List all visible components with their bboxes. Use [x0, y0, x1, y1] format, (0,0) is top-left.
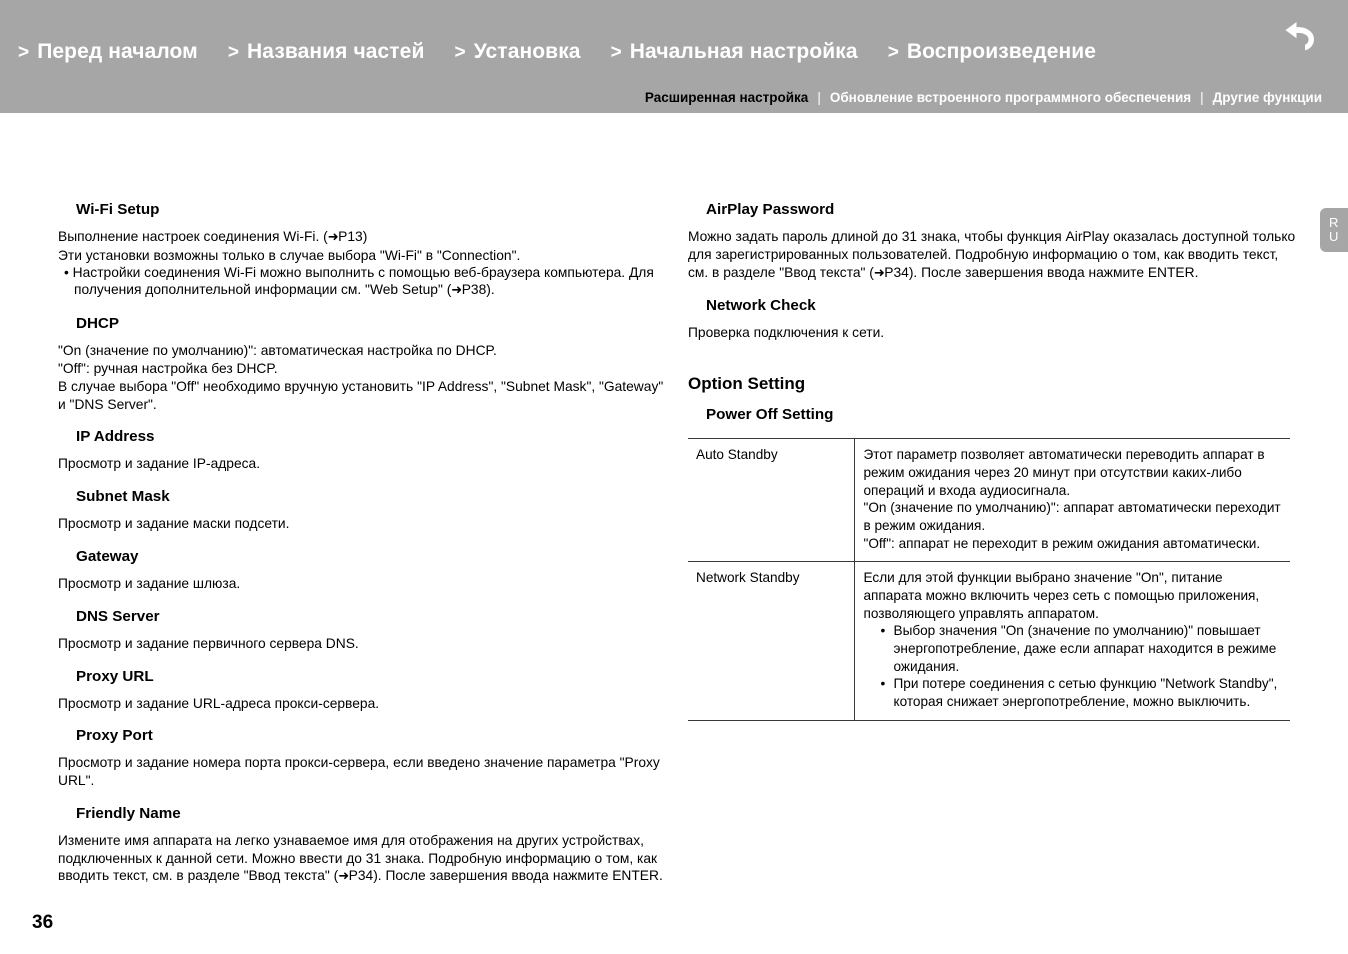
paragraph-network-check: Проверка подключения к сети.	[688, 325, 885, 341]
nav-item-initial-setup[interactable]: > Начальная настройка	[611, 40, 858, 64]
heading-subnet-mask: Subnet Mask	[76, 488, 170, 506]
chevron-right-icon: >	[454, 42, 466, 63]
heading-network-check: Network Check	[706, 297, 816, 315]
paragraph-wifi-setup: Выполнение настроек соединения Wi-Fi. (➜…	[58, 228, 666, 265]
language-tab-ru[interactable]: R U	[1320, 208, 1348, 252]
paragraph-airplay-password: Можно задать пароль длиной до 31 знака, …	[688, 228, 1296, 282]
table-row: Network Standby Если для этой функции вы…	[688, 561, 1290, 721]
table-row: Auto Standby Этот параметр позволяет авт…	[688, 438, 1290, 562]
paragraph-ip-address: Просмотр и задание IP-адреса.	[58, 456, 261, 472]
dhcp-line1: "On (значение по умолчанию)": автоматиче…	[58, 343, 497, 359]
language-tab-line1: R	[1329, 215, 1339, 231]
subnav-item-firmware-update[interactable]: Обновление встроенного программного обес…	[830, 90, 1191, 105]
document-page: > Перед началом > Названия частей > Уста…	[0, 0, 1348, 954]
table-cell-setting-name: Auto Standby	[688, 438, 855, 562]
dhcp-line2: "Off": ручная настройка без DHCP.	[58, 360, 278, 376]
nav-item-part-names[interactable]: > Названия частей	[228, 40, 425, 64]
arrow-right-icon: ➜	[873, 265, 885, 281]
arrow-right-icon: ➜	[451, 283, 462, 299]
page-number: 36	[32, 912, 54, 933]
paragraph-proxy-url: Просмотр и задание URL-адреса прокси-сер…	[58, 695, 380, 711]
paragraph-dns-server: Просмотр и задание первичного сервера DN…	[58, 635, 359, 651]
subnav-separator: |	[1200, 90, 1204, 105]
paragraph-dhcp: "On (значение по умолчанию)": автоматиче…	[58, 342, 666, 413]
wifi-line1-b: P13)	[338, 229, 368, 244]
heading-proxy-url: Proxy URL	[76, 667, 154, 685]
table-cell-description: Если для этой функции выбрано значение "…	[854, 561, 1290, 721]
chevron-right-icon: >	[227, 42, 240, 63]
chevron-right-icon: >	[610, 42, 622, 63]
description-bullet-list: Выбор значения "On (значение по умолчани…	[864, 622, 1282, 710]
power-off-setting-table: Auto Standby Этот параметр позволяет авт…	[688, 438, 1290, 721]
heading-friendly-name: Friendly Name	[76, 804, 181, 822]
description-line: "On (значение по умолчанию)": аппарат ав…	[863, 500, 1281, 534]
table-cell-description: Этот параметр позволяет автоматически пе…	[854, 438, 1290, 562]
wifi-line2: Эти установки возможны только в случае в…	[58, 247, 521, 263]
main-navigation: > Перед началом > Названия частей > Уста…	[18, 40, 1126, 64]
wifi-bullet-b: P38).	[461, 282, 495, 298]
paragraph-proxy-port: Просмотр и задание номера порта прокси-с…	[58, 755, 660, 789]
bullet-wifi-web-setup: • Настройки соединения Wi-Fi можно выпол…	[58, 264, 666, 301]
list-item: При потере соединения с сетью функцию "N…	[881, 675, 1282, 710]
nav-item-label: Начальная настройка	[629, 40, 858, 63]
left-column: Wi-Fi Setup Выполнение настроек соединен…	[58, 200, 666, 900]
description-line: Если для этой функции выбрано значение "…	[863, 570, 1260, 621]
nav-item-installation[interactable]: > Установка	[454, 40, 580, 64]
back-arrow-icon[interactable]	[1282, 14, 1326, 58]
friendly-body-b: P34). После завершения ввода нажмите ENT…	[348, 868, 663, 884]
chevron-right-icon: >	[887, 42, 899, 63]
language-tab-line2: U	[1329, 229, 1339, 244]
description-line: "Off": аппарат не переходит в режим ожид…	[863, 535, 1261, 551]
airplay-body-b: P34). После завершения ввода нажмите ENT…	[884, 264, 1199, 280]
nav-item-label: Перед началом	[37, 40, 198, 63]
arrow-right-icon: ➜	[338, 869, 349, 885]
paragraph-gateway: Просмотр и задание шлюза.	[58, 575, 241, 591]
dhcp-line3: В случае выбора "Off" необходимо вручную…	[58, 378, 664, 412]
nav-item-label: Названия частей	[247, 40, 425, 63]
sub-navigation: Расширенная настройка | Обновление встро…	[645, 90, 1322, 105]
wifi-bullet-a: • Настройки соединения Wi-Fi можно выпол…	[64, 264, 654, 298]
heading-dns-server: DNS Server	[76, 607, 160, 625]
heading-proxy-port: Proxy Port	[76, 727, 153, 745]
chevron-right-icon: >	[18, 42, 30, 63]
subnav-separator: |	[817, 90, 821, 105]
heading-ip-address: IP Address	[76, 428, 155, 446]
paragraph-subnet-mask: Просмотр и задание маски подсети.	[58, 516, 290, 532]
list-item: Выбор значения "On (значение по умолчани…	[881, 622, 1282, 675]
nav-item-label: Установка	[473, 40, 581, 63]
heading-power-off-setting: Power Off Setting	[706, 406, 834, 424]
nav-item-before-start[interactable]: > Перед началом	[18, 40, 198, 64]
heading-wifi-setup: Wi-Fi Setup	[76, 201, 160, 218]
subnav-item-other-functions[interactable]: Другие функции	[1213, 90, 1322, 105]
header-band: > Перед началом > Названия частей > Уста…	[0, 0, 1348, 113]
description-line: Этот параметр позволяет автоматически пе…	[863, 447, 1265, 498]
heading-gateway: Gateway	[76, 547, 139, 565]
nav-item-label: Воспроизведение	[906, 40, 1097, 63]
heading-option-setting: Option Setting	[688, 374, 806, 394]
right-column: AirPlay Password Можно задать пароль дли…	[688, 200, 1296, 721]
heading-dhcp: DHCP	[76, 315, 120, 333]
paragraph-friendly-name: Измените имя аппарата на легко узнаваемо…	[58, 832, 666, 886]
arrow-right-icon: ➜	[327, 230, 339, 245]
wifi-line1-a: Выполнение настроек соединения Wi-Fi. (	[58, 229, 328, 244]
nav-item-playback[interactable]: > Воспроизведение	[888, 40, 1096, 64]
subnav-item-advanced-setup[interactable]: Расширенная настройка	[645, 90, 808, 105]
heading-airplay-password: AirPlay Password	[706, 201, 835, 218]
table-cell-setting-name: Network Standby	[688, 561, 855, 721]
